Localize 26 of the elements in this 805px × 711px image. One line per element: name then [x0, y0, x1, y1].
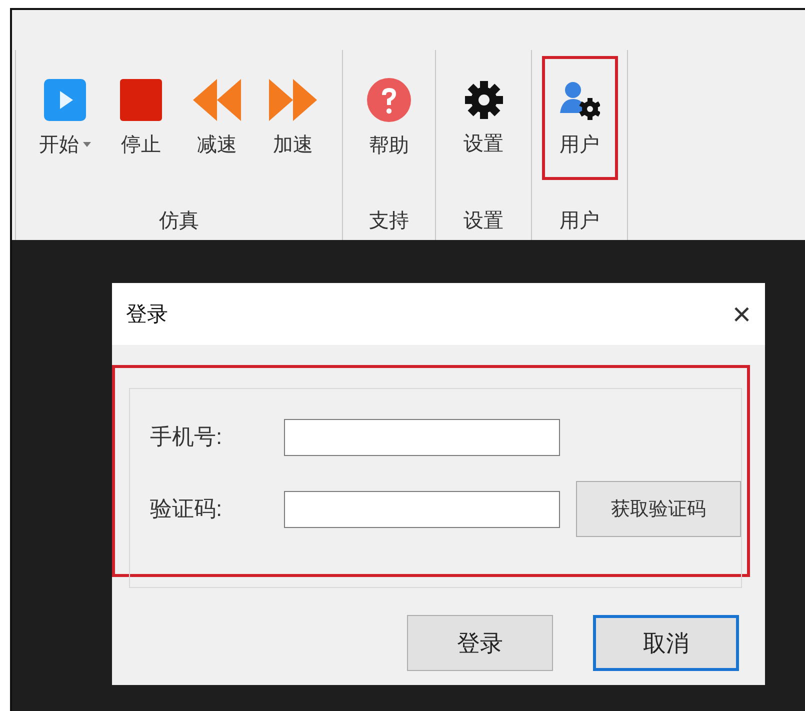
group-label: 支持	[369, 209, 409, 234]
dialog-title: 登录	[126, 302, 168, 328]
play-icon	[44, 78, 86, 120]
group-label: 设置	[464, 209, 504, 234]
fast-forward-icon	[269, 78, 317, 120]
rewind-icon	[193, 78, 241, 120]
input-field[interactable]	[284, 418, 560, 456]
dialog-button[interactable]: 登录	[407, 615, 553, 671]
ribbon-button[interactable]: 加速	[257, 56, 329, 180]
ribbon-button[interactable]: 停止	[105, 56, 177, 180]
settings-icon	[464, 80, 504, 120]
field-label: 验证码:	[150, 495, 224, 523]
ribbon-button[interactable]: 设置	[448, 56, 520, 180]
get-code-button[interactable]: 获取验证码	[576, 481, 741, 537]
help-icon	[367, 78, 411, 122]
dialog-button[interactable]: 取消	[593, 615, 739, 671]
input-field[interactable]	[284, 490, 560, 528]
group-label: 用户	[560, 209, 600, 234]
group-label: 仿真	[159, 209, 199, 234]
ribbon-button[interactable]: 开始	[29, 56, 101, 180]
field-label: 手机号:	[150, 423, 224, 451]
ribbon-button[interactable]: 帮助	[353, 56, 425, 180]
ribbon-button[interactable]: 用户	[542, 56, 618, 180]
ribbon-button[interactable]: 减速	[181, 56, 253, 180]
close-button[interactable]: ×	[732, 298, 751, 330]
stop-icon	[120, 78, 162, 120]
